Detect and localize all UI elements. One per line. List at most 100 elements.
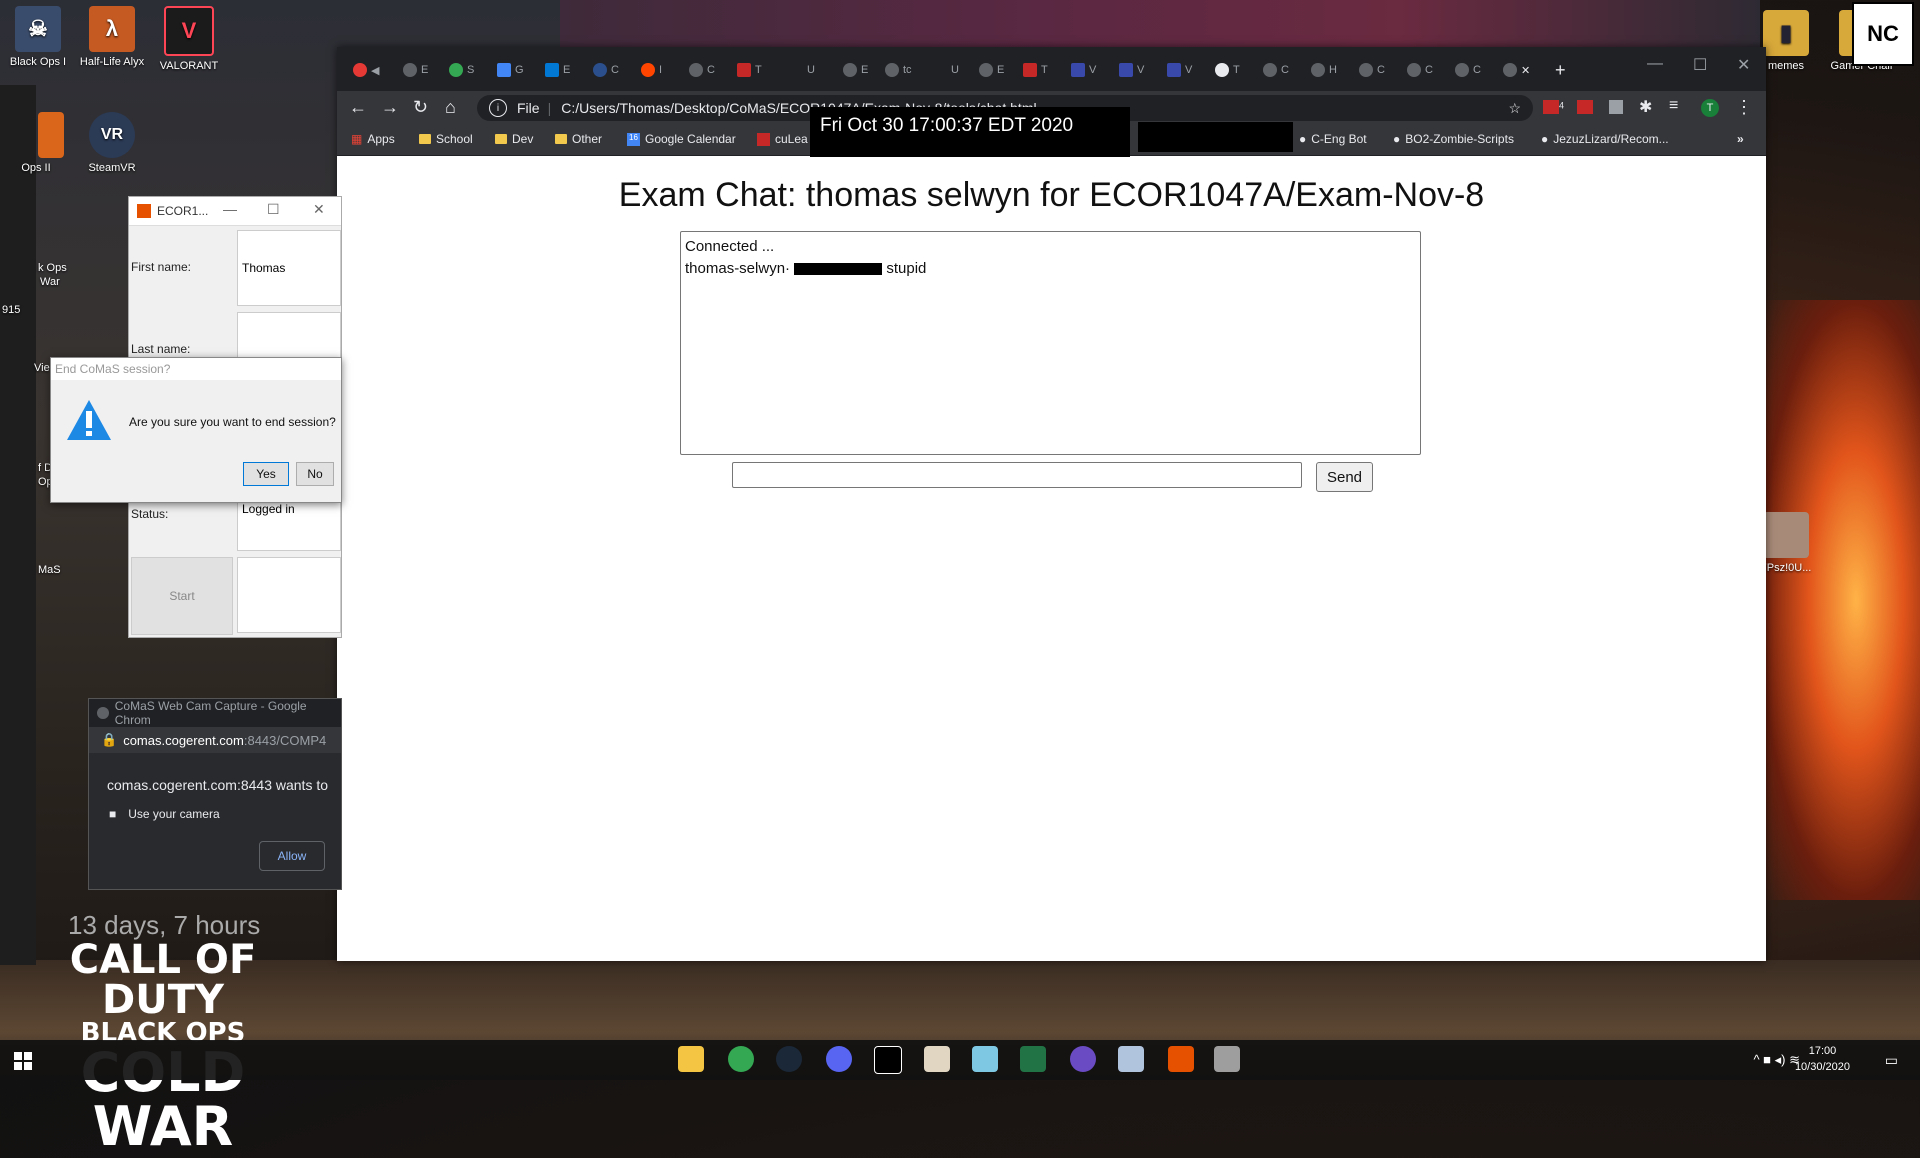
allow-button[interactable]: Allow (259, 841, 325, 871)
app-icon[interactable] (1070, 1046, 1096, 1072)
notes-app-icon[interactable] (972, 1046, 998, 1072)
tab[interactable]: C (1455, 60, 1481, 80)
tab-active[interactable]: ✕ (1503, 60, 1530, 80)
bookmark-google-calendar[interactable]: 16 Google Calendar (627, 132, 736, 146)
extension-icon[interactable]: 4 (1543, 100, 1564, 117)
bookmark-jezuzlizard[interactable]: ● JezuzLizard/Recom... (1541, 132, 1669, 146)
back-arrow-icon[interactable]: ← (349, 97, 367, 118)
bookmark-dev[interactable]: Dev (495, 132, 533, 146)
desktop-icon-steamvr[interactable]: VR SteamVR (76, 112, 148, 174)
tab[interactable]: S (449, 60, 474, 80)
reload-icon[interactable]: ↻ (413, 97, 428, 118)
tab[interactable]: U (807, 60, 815, 80)
bookmark-other[interactable]: Other (555, 132, 602, 146)
profile-avatar[interactable]: T (1701, 99, 1719, 117)
minimize-icon[interactable]: — (223, 201, 237, 217)
chat-log[interactable]: Connected ... thomas-selwyn· stupid (680, 231, 1421, 455)
redaction-box (794, 263, 883, 276)
intellij-icon[interactable] (874, 1046, 902, 1074)
maximize-icon[interactable]: ☐ (267, 201, 280, 218)
calendar-icon: 16 (627, 132, 640, 146)
page-title: Exam Chat: thomas selwyn for ECOR1047A/E… (618, 176, 1485, 214)
tab-recording[interactable]: ◀ (353, 60, 379, 80)
extension-icon[interactable] (1609, 100, 1623, 117)
close-tab-icon[interactable]: ✕ (1521, 64, 1530, 77)
yes-button[interactable]: Yes (243, 462, 289, 486)
tab[interactable]: V (1071, 60, 1096, 80)
file-explorer-icon[interactable] (678, 1046, 704, 1072)
bookmark-bo2-zombie-scripts[interactable]: ● BO2-Zombie-Scripts (1393, 132, 1514, 146)
tab[interactable]: C (1263, 60, 1289, 80)
comas-taskbar-icon[interactable] (1168, 1046, 1194, 1072)
no-button[interactable]: No (296, 462, 334, 486)
send-button[interactable]: Send (1316, 462, 1373, 492)
url-separator: | (547, 100, 552, 116)
tab[interactable]: G (497, 60, 524, 80)
tab-favicon (1407, 63, 1421, 77)
discord-icon[interactable] (826, 1046, 852, 1072)
tab[interactable]: T (1023, 60, 1048, 80)
star-icon[interactable]: ☆ (1508, 100, 1521, 117)
tab[interactable]: E (843, 60, 868, 80)
coffee-app-icon[interactable] (924, 1046, 950, 1072)
app-icon[interactable] (1118, 1046, 1144, 1072)
desktop-icon-valorant[interactable]: V VALORANT (153, 6, 225, 72)
tab[interactable]: E (545, 60, 570, 80)
chat-line: thomas-selwyn· stupid (685, 258, 1416, 280)
desktop-icon-half-life[interactable]: λ Half-Life Alyx (76, 6, 148, 68)
close-window-icon[interactable]: ✕ (1737, 55, 1750, 75)
strip-label: War (40, 276, 60, 288)
system-tray-icons[interactable]: ^ ■ ◂) ≋ (1753, 1052, 1800, 1068)
chrome-taskbar-icon[interactable] (728, 1046, 754, 1072)
last-name-field[interactable] (237, 312, 341, 362)
media-queue-icon[interactable]: ≡ (1669, 97, 1678, 115)
new-tab-button[interactable]: + (1555, 60, 1566, 80)
tab[interactable]: C (593, 60, 619, 80)
tab[interactable]: C (1407, 60, 1433, 80)
desktop-icon-black-ops[interactable]: ☠ Black Ops I (2, 6, 74, 68)
bookmark-apps[interactable]: ▦ Apps (351, 132, 395, 146)
minimize-icon[interactable]: — (1647, 55, 1663, 73)
bookmarks-overflow-button[interactable]: » (1737, 132, 1744, 146)
start-button[interactable]: Start (131, 557, 233, 635)
forward-arrow-icon[interactable]: → (381, 97, 399, 118)
extension-icon[interactable] (1577, 100, 1593, 117)
close-icon[interactable]: ✕ (313, 201, 325, 218)
app-icon[interactable] (1214, 1046, 1240, 1072)
bookmark-school[interactable]: School (419, 132, 473, 146)
tab[interactable]: E (403, 60, 428, 80)
tab[interactable]: E (979, 60, 1004, 80)
first-name-field[interactable]: Thomas (237, 230, 341, 306)
tab[interactable]: V (1119, 60, 1144, 80)
tab[interactable]: U (951, 60, 959, 80)
info-icon[interactable]: i (489, 99, 507, 117)
home-icon[interactable]: ⌂ (445, 97, 456, 118)
permission-message: comas.cogerent.com:8443 wants to (107, 777, 329, 793)
tab[interactable]: V (1167, 60, 1192, 80)
tab[interactable]: T (1215, 60, 1240, 80)
lock-icon: 🔒 (101, 732, 118, 747)
tab-strip: ◀ E S G E C I C T U E tc U E T V V V T C… (337, 47, 1766, 91)
clock[interactable]: 17:00 10/30/2020 (1795, 1043, 1850, 1075)
notification-icon[interactable]: ▭ (1885, 1052, 1898, 1068)
tab[interactable]: C (689, 60, 715, 80)
tab-favicon (1503, 63, 1517, 77)
maximize-icon[interactable]: ☐ (1693, 55, 1707, 75)
windows-start-icon[interactable] (14, 1052, 32, 1070)
folder-icon (419, 134, 431, 144)
half-life-icon: λ (89, 6, 135, 52)
comas-icon (1023, 63, 1037, 77)
tab[interactable]: T (737, 60, 762, 80)
tab[interactable]: I (641, 60, 662, 80)
menu-dots-icon[interactable]: ⋮ (1735, 97, 1753, 118)
chat-input[interactable] (732, 462, 1302, 488)
desktop-icon-ops-ii[interactable]: Ops II (8, 112, 64, 174)
steam-icon[interactable] (776, 1046, 802, 1072)
bookmark-c-eng-bot[interactable]: ● C-Eng Bot (1299, 132, 1367, 146)
tab[interactable]: tc (885, 60, 912, 80)
puzzle-icon[interactable]: ✱ (1639, 97, 1652, 117)
tab[interactable]: C (1359, 60, 1385, 80)
excel-icon[interactable] (1020, 1046, 1046, 1072)
bookmark-culearn[interactable]: cuLea (757, 132, 808, 146)
tab[interactable]: H (1311, 60, 1337, 80)
